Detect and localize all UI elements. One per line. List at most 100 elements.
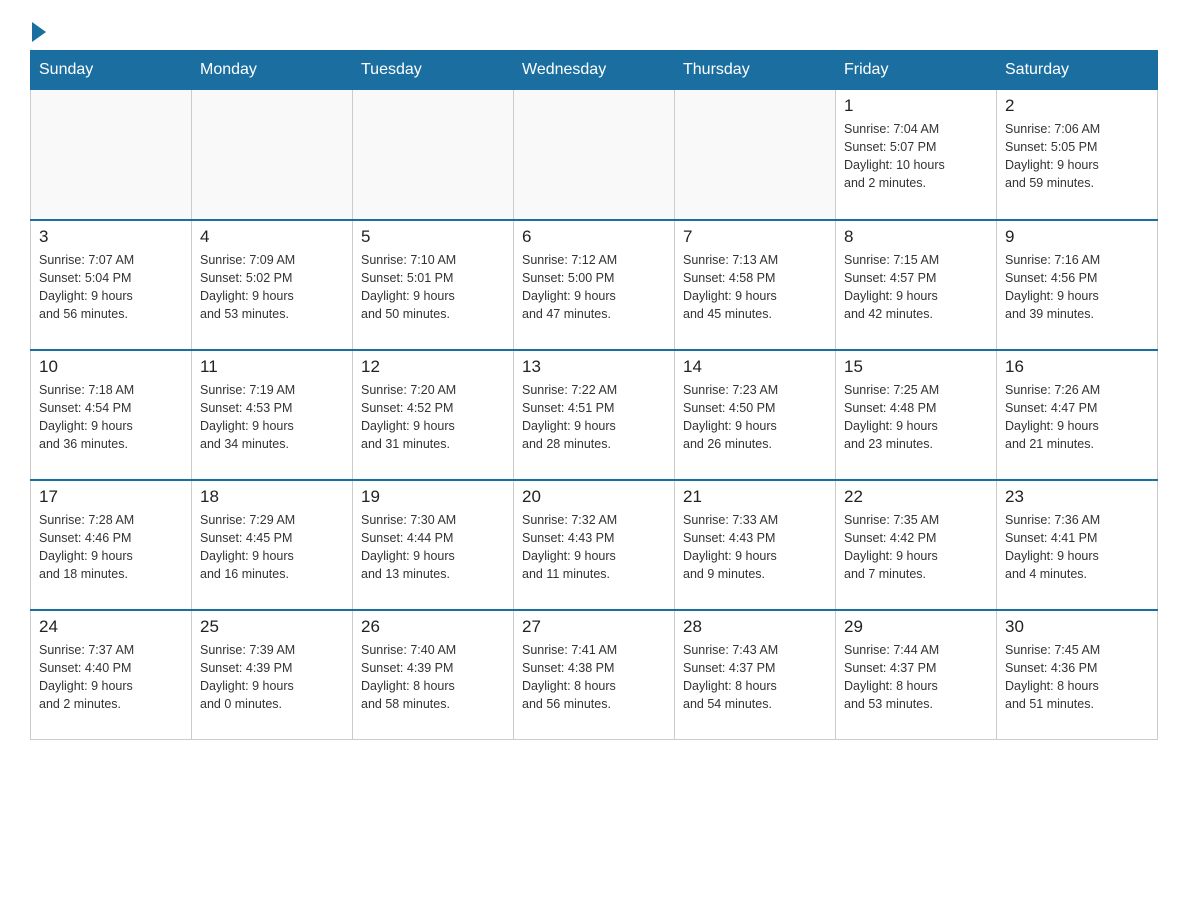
day-info: Sunrise: 7:10 AM Sunset: 5:01 PM Dayligh… [361, 251, 505, 324]
day-info: Sunrise: 7:23 AM Sunset: 4:50 PM Dayligh… [683, 381, 827, 454]
calendar-week-row: 24 Sunrise: 7:37 AM Sunset: 4:40 PM Dayli… [31, 610, 1158, 740]
day-number: 9 [1005, 227, 1149, 247]
calendar-body: 1 Sunrise: 7:04 AM Sunset: 5:07 PM Daylig… [31, 90, 1158, 740]
day-number: 16 [1005, 357, 1149, 377]
day-info: Sunrise: 7:26 AM Sunset: 4:47 PM Dayligh… [1005, 381, 1149, 454]
day-number: 28 [683, 617, 827, 637]
day-info: Sunrise: 7:45 AM Sunset: 4:36 PM Dayligh… [1005, 641, 1149, 714]
calendar-cell: 24 Sunrise: 7:37 AM Sunset: 4:40 PM Dayli… [31, 610, 192, 740]
day-of-week-header: Monday [192, 51, 353, 90]
day-number: 17 [39, 487, 183, 507]
logo-arrow-icon [32, 22, 46, 42]
day-info: Sunrise: 7:07 AM Sunset: 5:04 PM Dayligh… [39, 251, 183, 324]
calendar-cell: 26 Sunrise: 7:40 AM Sunset: 4:39 PM Dayli… [353, 610, 514, 740]
day-number: 25 [200, 617, 344, 637]
day-number: 7 [683, 227, 827, 247]
day-info: Sunrise: 7:15 AM Sunset: 4:57 PM Dayligh… [844, 251, 988, 324]
calendar-cell: 23 Sunrise: 7:36 AM Sunset: 4:41 PM Dayli… [997, 480, 1158, 610]
day-number: 21 [683, 487, 827, 507]
day-info: Sunrise: 7:16 AM Sunset: 4:56 PM Dayligh… [1005, 251, 1149, 324]
calendar-cell: 9 Sunrise: 7:16 AM Sunset: 4:56 PM Daylig… [997, 220, 1158, 350]
day-number: 29 [844, 617, 988, 637]
day-info: Sunrise: 7:13 AM Sunset: 4:58 PM Dayligh… [683, 251, 827, 324]
day-info: Sunrise: 7:28 AM Sunset: 4:46 PM Dayligh… [39, 511, 183, 584]
calendar-cell: 7 Sunrise: 7:13 AM Sunset: 4:58 PM Daylig… [675, 220, 836, 350]
calendar-cell: 27 Sunrise: 7:41 AM Sunset: 4:38 PM Dayli… [514, 610, 675, 740]
calendar-cell: 20Sunrise: 7:32 AM Sunset: 4:43 PM Dayli… [514, 480, 675, 610]
logo [30, 20, 46, 40]
calendar-cell: 17 Sunrise: 7:28 AM Sunset: 4:46 PM Dayli… [31, 480, 192, 610]
calendar-cell: 2 Sunrise: 7:06 AM Sunset: 5:05 PM Daylig… [997, 90, 1158, 220]
day-info: Sunrise: 7:12 AM Sunset: 5:00 PM Dayligh… [522, 251, 666, 324]
day-number: 10 [39, 357, 183, 377]
day-info: Sunrise: 7:41 AM Sunset: 4:38 PM Dayligh… [522, 641, 666, 714]
day-info: Sunrise: 7:18 AM Sunset: 4:54 PM Dayligh… [39, 381, 183, 454]
calendar-cell: 5 Sunrise: 7:10 AM Sunset: 5:01 PM Daylig… [353, 220, 514, 350]
calendar-cell: 1 Sunrise: 7:04 AM Sunset: 5:07 PM Daylig… [836, 90, 997, 220]
day-number: 2 [1005, 96, 1149, 116]
day-number: 24 [39, 617, 183, 637]
calendar-cell [353, 90, 514, 220]
day-info: Sunrise: 7:33 AM Sunset: 4:43 PM Dayligh… [683, 511, 827, 584]
calendar-cell: 13 Sunrise: 7:22 AM Sunset: 4:51 PM Dayli… [514, 350, 675, 480]
calendar-cell: 15Sunrise: 7:25 AM Sunset: 4:48 PM Dayli… [836, 350, 997, 480]
day-number: 26 [361, 617, 505, 637]
day-info: Sunrise: 7:35 AM Sunset: 4:42 PM Dayligh… [844, 511, 988, 584]
day-of-week-header: Thursday [675, 51, 836, 90]
calendar-cell: 4 Sunrise: 7:09 AM Sunset: 5:02 PM Daylig… [192, 220, 353, 350]
day-info: Sunrise: 7:22 AM Sunset: 4:51 PM Dayligh… [522, 381, 666, 454]
day-number: 1 [844, 96, 988, 116]
calendar-cell: 30 Sunrise: 7:45 AM Sunset: 4:36 PM Dayli… [997, 610, 1158, 740]
day-info: Sunrise: 7:32 AM Sunset: 4:43 PM Dayligh… [522, 511, 666, 584]
calendar-cell: 11Sunrise: 7:19 AM Sunset: 4:53 PM Dayli… [192, 350, 353, 480]
calendar-week-row: 17 Sunrise: 7:28 AM Sunset: 4:46 PM Dayli… [31, 480, 1158, 610]
day-number: 14 [683, 357, 827, 377]
day-number: 27 [522, 617, 666, 637]
day-number: 3 [39, 227, 183, 247]
page-header [30, 20, 1158, 40]
calendar-cell: 6 Sunrise: 7:12 AM Sunset: 5:00 PM Daylig… [514, 220, 675, 350]
day-number: 5 [361, 227, 505, 247]
day-number: 13 [522, 357, 666, 377]
calendar-cell: 18 Sunrise: 7:29 AM Sunset: 4:45 PM Dayli… [192, 480, 353, 610]
calendar-cell: 16 Sunrise: 7:26 AM Sunset: 4:47 PM Dayli… [997, 350, 1158, 480]
day-info: Sunrise: 7:37 AM Sunset: 4:40 PM Dayligh… [39, 641, 183, 714]
day-number: 8 [844, 227, 988, 247]
day-number: 30 [1005, 617, 1149, 637]
day-number: 22 [844, 487, 988, 507]
day-number: 15 [844, 357, 988, 377]
calendar-cell: 22 Sunrise: 7:35 AM Sunset: 4:42 PM Dayli… [836, 480, 997, 610]
calendar-cell: 28 Sunrise: 7:43 AM Sunset: 4:37 PM Dayli… [675, 610, 836, 740]
calendar-cell: 10 Sunrise: 7:18 AM Sunset: 4:54 PM Dayli… [31, 350, 192, 480]
day-number: 6 [522, 227, 666, 247]
calendar-cell [675, 90, 836, 220]
day-of-week-header: Saturday [997, 51, 1158, 90]
calendar-cell [31, 90, 192, 220]
day-info: Sunrise: 7:20 AM Sunset: 4:52 PM Dayligh… [361, 381, 505, 454]
day-info: Sunrise: 7:40 AM Sunset: 4:39 PM Dayligh… [361, 641, 505, 714]
day-info: Sunrise: 7:39 AM Sunset: 4:39 PM Dayligh… [200, 641, 344, 714]
day-info: Sunrise: 7:29 AM Sunset: 4:45 PM Dayligh… [200, 511, 344, 584]
calendar-cell: 29Sunrise: 7:44 AM Sunset: 4:37 PM Dayli… [836, 610, 997, 740]
calendar-cell [192, 90, 353, 220]
day-info: Sunrise: 7:36 AM Sunset: 4:41 PM Dayligh… [1005, 511, 1149, 584]
day-number: 4 [200, 227, 344, 247]
calendar-cell [514, 90, 675, 220]
calendar-table: SundayMondayTuesdayWednesdayThursdayFrid… [30, 50, 1158, 740]
calendar-cell: 21 Sunrise: 7:33 AM Sunset: 4:43 PM Dayli… [675, 480, 836, 610]
calendar-week-row: 3 Sunrise: 7:07 AM Sunset: 5:04 PM Daylig… [31, 220, 1158, 350]
day-info: Sunrise: 7:30 AM Sunset: 4:44 PM Dayligh… [361, 511, 505, 584]
calendar-week-row: 1 Sunrise: 7:04 AM Sunset: 5:07 PM Daylig… [31, 90, 1158, 220]
day-info: Sunrise: 7:43 AM Sunset: 4:37 PM Dayligh… [683, 641, 827, 714]
calendar-header: SundayMondayTuesdayWednesdayThursdayFrid… [31, 51, 1158, 90]
day-number: 11 [200, 357, 344, 377]
calendar-cell: 19Sunrise: 7:30 AM Sunset: 4:44 PM Dayli… [353, 480, 514, 610]
day-number: 23 [1005, 487, 1149, 507]
day-of-week-header: Friday [836, 51, 997, 90]
calendar-cell: 14 Sunrise: 7:23 AM Sunset: 4:50 PM Dayli… [675, 350, 836, 480]
day-number: 18 [200, 487, 344, 507]
calendar-cell: 8 Sunrise: 7:15 AM Sunset: 4:57 PM Daylig… [836, 220, 997, 350]
day-info: Sunrise: 7:06 AM Sunset: 5:05 PM Dayligh… [1005, 120, 1149, 193]
day-info: Sunrise: 7:04 AM Sunset: 5:07 PM Dayligh… [844, 120, 988, 193]
day-info: Sunrise: 7:09 AM Sunset: 5:02 PM Dayligh… [200, 251, 344, 324]
